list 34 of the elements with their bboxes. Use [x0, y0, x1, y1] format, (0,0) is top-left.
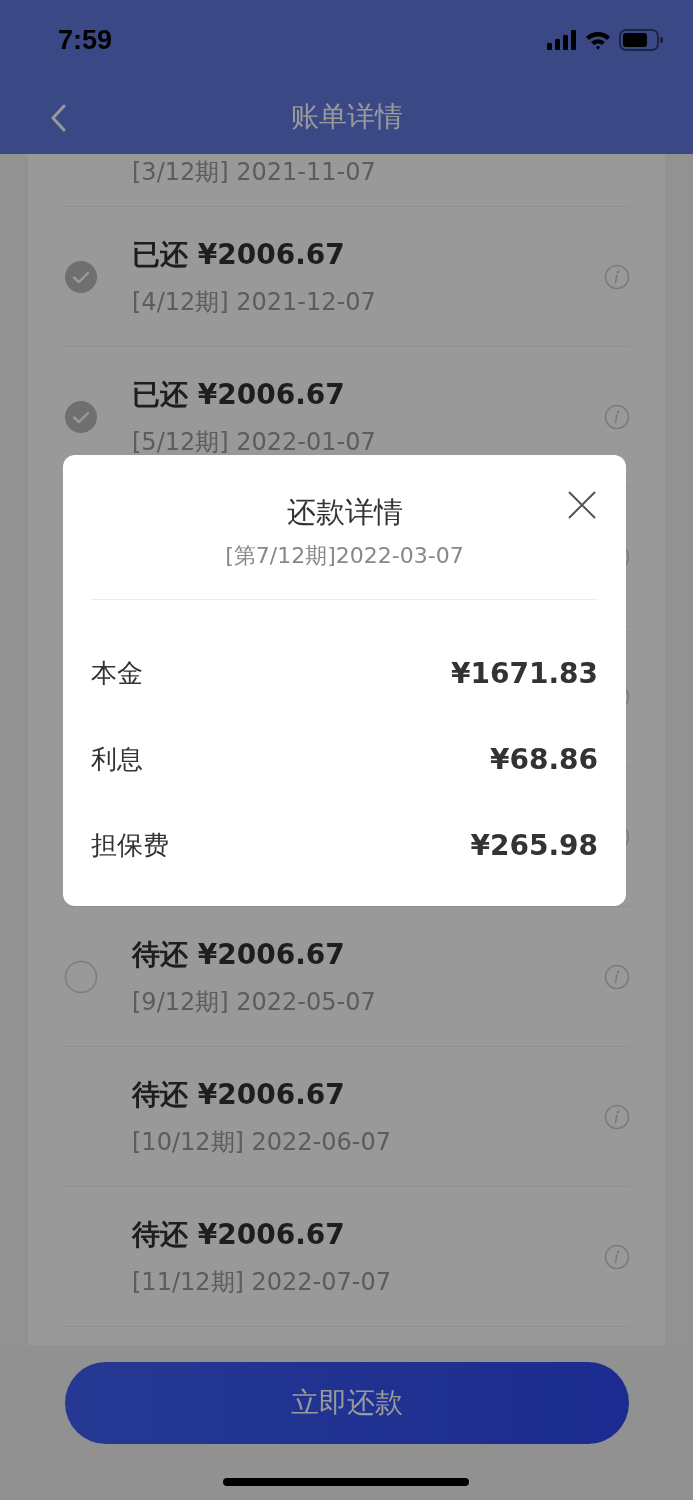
installment-amount: 待还 ¥2006.67 [132, 1216, 346, 1253]
page-title: 账单详情 [290, 99, 403, 135]
checked-circle-icon[interactable] [64, 259, 98, 294]
installment-date: [9/12期] 2022-05-07 [132, 986, 377, 1018]
fee-label: 本金 [91, 656, 143, 690]
status-time: 7:59 [58, 24, 113, 56]
fee-amount: ¥1671.83 [451, 656, 598, 690]
info-icon[interactable] [604, 1103, 630, 1130]
installment-amount: 已还 ¥2006.67 [132, 376, 346, 413]
installment-date: [4/12期] 2021-12-07 [132, 286, 377, 318]
info-icon[interactable] [604, 1243, 630, 1270]
wifi-icon [585, 30, 611, 50]
installment-date: [10/12期] 2022-06-07 [132, 1126, 392, 1158]
installment-amount: 待还 ¥2006.67 [132, 936, 346, 973]
repay-button[interactable]: 立即还款 [64, 1362, 629, 1444]
installment-amount: 待还 ¥2006.67 [132, 1076, 346, 1113]
fee-label: 担保费 [91, 828, 169, 862]
info-icon[interactable] [604, 403, 630, 430]
checked-circle-icon[interactable] [64, 399, 98, 434]
info-icon[interactable] [604, 963, 630, 990]
info-icon[interactable] [604, 263, 630, 290]
installment-date: [5/12期] 2022-01-07 [132, 426, 377, 458]
fee-amount: ¥265.98 [470, 828, 598, 862]
radio-circle-icon[interactable] [64, 959, 98, 994]
back-icon[interactable] [50, 104, 66, 132]
fee-label: 利息 [91, 742, 143, 776]
dialog-title: 还款详情 [286, 494, 403, 531]
dialog-subtitle: [第7/12期]2022-03-07 [225, 542, 464, 570]
signal-icon [547, 30, 577, 50]
fee-amount: ¥68.86 [489, 742, 598, 776]
installment-date: [11/12期] 2022-07-07 [132, 1266, 392, 1298]
installment-date: [3/12期] 2021-11-07 [132, 157, 376, 188]
close-icon[interactable] [568, 491, 596, 519]
installment-amount: 已还 ¥2006.67 [132, 236, 346, 273]
